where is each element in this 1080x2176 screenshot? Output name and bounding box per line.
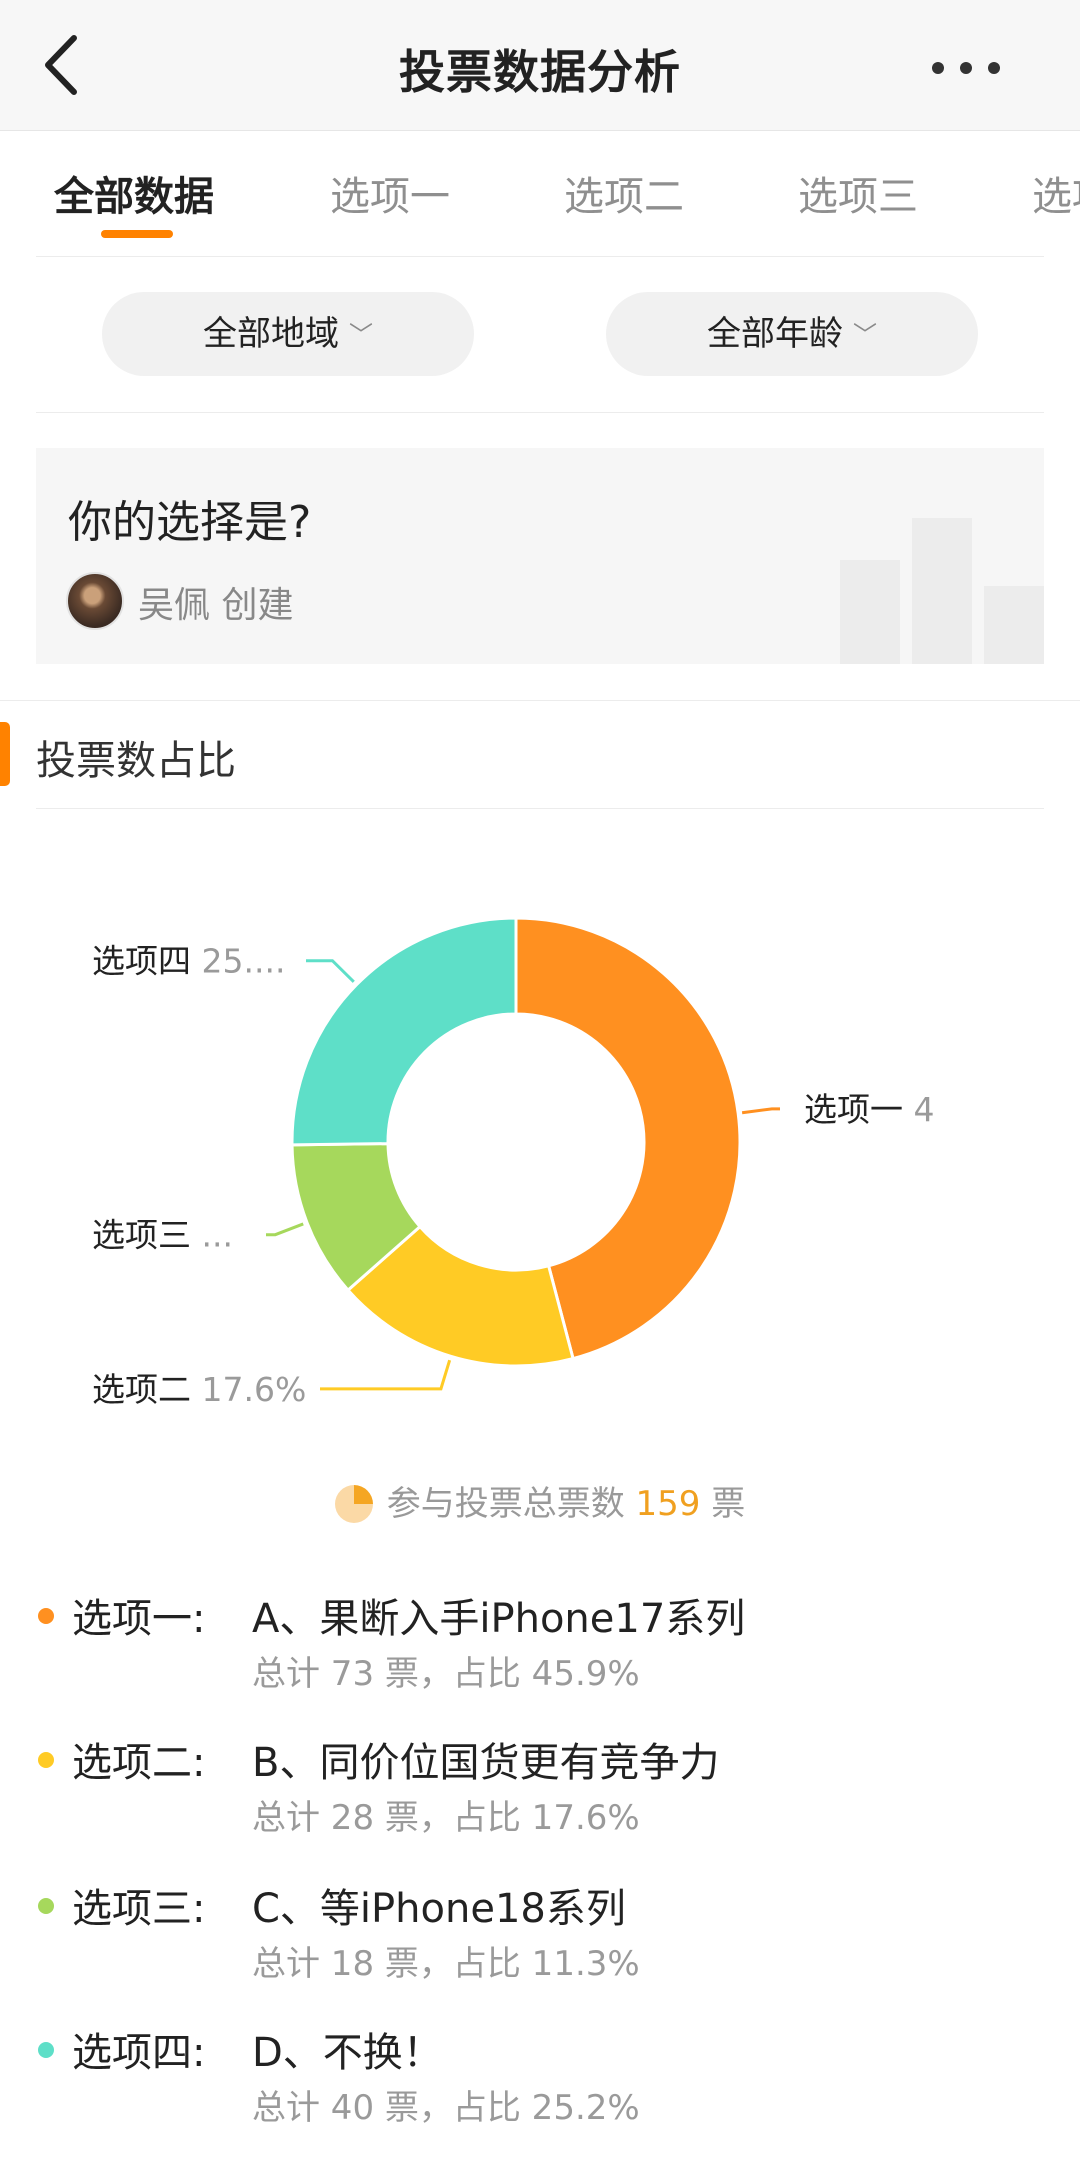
divider — [0, 700, 1080, 701]
vote-share-donut-chart: 选项一 4 选项二 17.6% 选项三 ... 选项四 25.... — [92, 916, 935, 1409]
option-name: 选项二: — [72, 1740, 206, 1786]
section-title: 投票数占比 — [36, 738, 236, 784]
option-stat: 总计 18 票，占比 11.3% — [252, 1944, 640, 1984]
option-color-dot — [38, 2042, 54, 2058]
divider — [36, 256, 1044, 257]
more-dot-icon — [932, 62, 944, 74]
slice-label-3: 选项三 ... — [92, 1216, 233, 1255]
tab-all-data[interactable]: 全部数据 — [54, 164, 214, 222]
slice-label-4: 选项四 25.... — [92, 942, 285, 981]
top-nav-bar: 投票数据分析 — [0, 0, 1080, 131]
divider — [36, 412, 1044, 413]
tab-option-2[interactable]: 选项二 — [564, 164, 684, 222]
region-filter-label: 全部地域 — [203, 314, 339, 354]
total-votes-label: 参与投票总票数 — [386, 1484, 625, 1524]
section-accent-bar — [0, 722, 10, 786]
option-stat: 总计 28 票，占比 17.6% — [252, 1798, 640, 1838]
option-color-dot — [38, 1608, 54, 1624]
total-votes: 参与投票总票数 159 票 — [0, 1476, 1080, 1525]
decorative-bar-icon — [984, 586, 1044, 664]
option-name: 选项一: — [72, 1596, 206, 1642]
option-item-3: 选项三: C、等iPhone18系列 总计 18 票，占比 11.3% — [0, 1872, 1080, 2012]
chevron-down-icon: ﹀ — [853, 321, 877, 349]
active-tab-indicator — [101, 230, 173, 238]
tab-option-4[interactable]: 选项四 — [1032, 164, 1080, 222]
tab-option-3[interactable]: 选项三 — [798, 164, 918, 222]
option-item-2: 选项二: B、同价位国货更有竞争力 总计 28 票，占比 17.6% — [0, 1726, 1080, 1866]
leader-line-1 — [741, 1107, 780, 1115]
creator-avatar[interactable] — [66, 572, 124, 630]
region-filter-dropdown[interactable]: 全部地域 ﹀ — [102, 292, 474, 376]
age-filter-label: 全部年龄 — [707, 314, 843, 354]
slice-label-2: 选项二 17.6% — [92, 1370, 306, 1409]
pie-chart-icon — [334, 1485, 373, 1523]
more-dot-icon — [988, 62, 1000, 74]
leader-line-3 — [266, 1222, 304, 1237]
leader-line-2 — [320, 1359, 452, 1391]
option-item-1: 选项一: A、果断入手iPhone17系列 总计 73 票，占比 45.9% — [0, 1582, 1080, 1722]
option-tabs: 全部数据 选项一 选项二 选项三 选项四 — [0, 130, 1080, 256]
option-text: D、不换！ — [252, 2030, 443, 2076]
option-color-dot — [38, 1752, 54, 1768]
leader-line-4 — [306, 959, 355, 983]
poll-question: 你的选择是? — [68, 497, 312, 548]
chevron-down-icon: ﹀ — [349, 321, 373, 349]
divider — [36, 808, 1044, 809]
more-options-button[interactable] — [932, 48, 1032, 88]
option-stat: 总计 73 票，占比 45.9% — [252, 1654, 640, 1694]
page-title: 投票数据分析 — [399, 45, 681, 99]
option-stat: 总计 40 票，占比 25.2% — [252, 2088, 640, 2128]
poll-card[interactable]: 你的选择是? 吴佩 创建 — [36, 448, 1044, 664]
option-item-4: 选项四: D、不换！ 总计 40 票，占比 25.2% — [0, 2016, 1080, 2156]
option-text: B、同价位国货更有竞争力 — [252, 1740, 720, 1786]
option-name: 选项三: — [72, 1886, 206, 1932]
option-name: 选项四: — [72, 2030, 206, 2076]
total-votes-count: 159 — [635, 1484, 701, 1524]
age-filter-dropdown[interactable]: 全部年龄 ﹀ — [606, 292, 978, 376]
poll-creator: 吴佩 创建 — [138, 585, 294, 626]
option-color-dot — [38, 1898, 54, 1914]
slice-label-1: 选项一 4 — [804, 1090, 935, 1129]
option-text: A、果断入手iPhone17系列 — [252, 1596, 746, 1642]
option-text: C、等iPhone18系列 — [252, 1886, 626, 1932]
decorative-bar-icon — [840, 560, 900, 664]
donut-slice-4[interactable] — [290, 916, 518, 1147]
decorative-bar-icon — [912, 518, 972, 664]
total-votes-unit: 票 — [711, 1484, 746, 1524]
more-dot-icon — [960, 62, 972, 74]
tab-option-1[interactable]: 选项一 — [330, 164, 450, 222]
